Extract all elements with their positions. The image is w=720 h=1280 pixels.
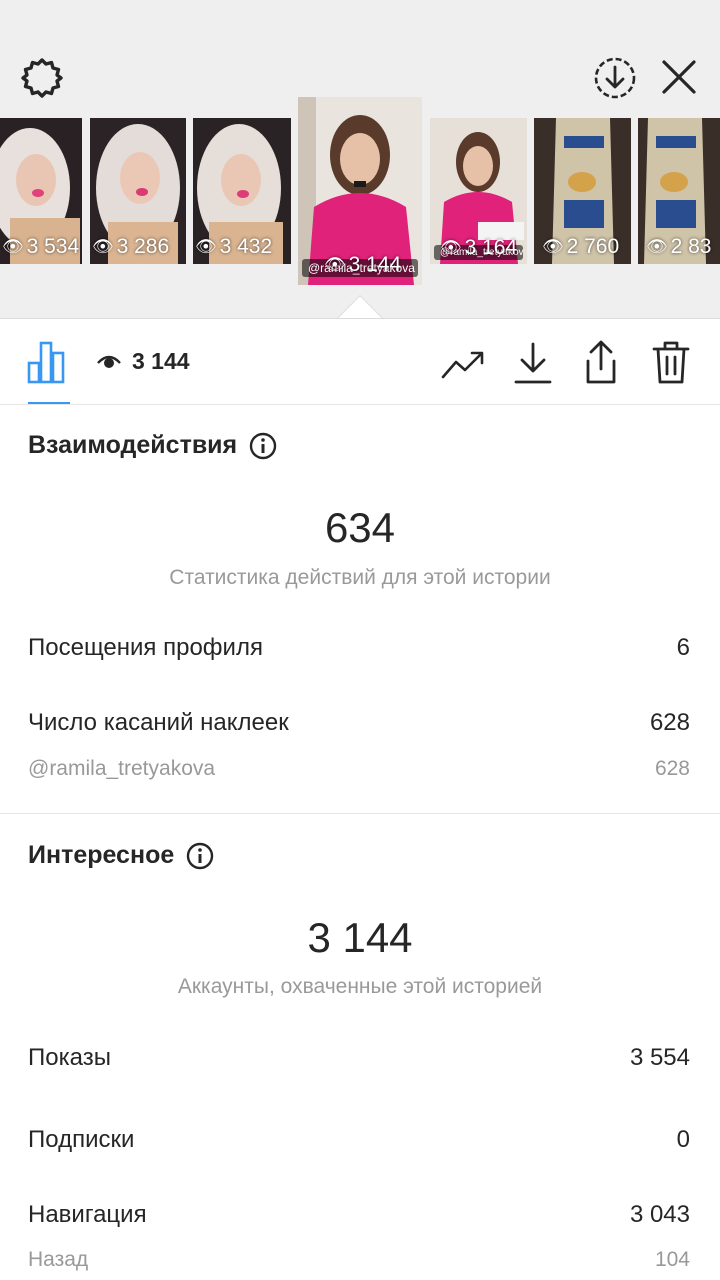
eye-icon bbox=[97, 355, 121, 368]
interactions-title: Взаимодействия bbox=[28, 431, 238, 459]
download-button[interactable] bbox=[512, 341, 554, 385]
section-divider bbox=[0, 813, 720, 814]
profile-visits-label: Посещения профиля bbox=[28, 634, 263, 661]
follows-label: Подписки bbox=[28, 1126, 135, 1153]
interactions-heading: Взаимодействия bbox=[28, 431, 277, 460]
mention-value: 628 bbox=[654, 757, 690, 780]
navigation-value: 3 043 bbox=[629, 1201, 690, 1228]
reach-total: 3 144 bbox=[307, 914, 413, 961]
story-thumbnail[interactable]: @ramila_tretyakova 👁 3 164 bbox=[430, 118, 527, 264]
trash-icon bbox=[652, 341, 690, 384]
settings-button[interactable] bbox=[20, 56, 64, 100]
info-icon[interactable] bbox=[249, 432, 277, 460]
story-thumbnail[interactable]: 👁 3 286 bbox=[90, 118, 186, 264]
active-tab-indicator bbox=[28, 402, 70, 404]
eye-icon: 👁 bbox=[2, 237, 24, 256]
insights-panel: 3 144 Взаимодействия 634 Статистика дейс… bbox=[0, 318, 720, 1280]
reach-caption: Аккаунты, охваченные этой историей bbox=[177, 975, 543, 998]
mention-label[interactable]: @ramila_tretyakova bbox=[28, 757, 215, 781]
story-views: 👁 2 83 bbox=[646, 235, 712, 258]
impressions-value: 3 554 bbox=[629, 1044, 690, 1071]
discovery-heading: Интересное bbox=[28, 841, 214, 870]
story-views: 👁 3 164 bbox=[440, 236, 518, 259]
eye-icon: 👁 bbox=[324, 255, 346, 274]
download-icon bbox=[514, 342, 552, 384]
story-strip-area: 👁 3 534 👁 3 286 👁 3 432 @ramila_tretyako… bbox=[0, 0, 720, 318]
interactions-total: 634 bbox=[324, 504, 396, 551]
impressions-label: Показы bbox=[28, 1044, 111, 1071]
back-value: 104 bbox=[654, 1248, 690, 1271]
eye-icon: 👁 bbox=[195, 237, 217, 256]
story-views: 👁 3 286 bbox=[92, 235, 170, 258]
gear-icon bbox=[21, 58, 63, 98]
story-thumbnail-selected[interactable]: @ramila_tretyakova 👁 3 144 bbox=[298, 97, 422, 285]
story-thumbnail[interactable]: 👁 2 83 bbox=[638, 118, 720, 264]
viewers-count[interactable]: 3 144 bbox=[132, 348, 190, 375]
share-button[interactable] bbox=[580, 339, 622, 385]
tab-insights[interactable] bbox=[26, 339, 70, 385]
navigation-label: Навигация bbox=[28, 1201, 147, 1228]
follows-value: 0 bbox=[676, 1126, 690, 1153]
eye-icon: 👁 bbox=[92, 237, 114, 256]
bar-chart-icon bbox=[27, 341, 65, 384]
insights-toolbar: 3 144 bbox=[0, 319, 720, 405]
interactions-caption: Статистика действий для этой истории bbox=[169, 566, 551, 589]
eye-icon: 👁 bbox=[440, 238, 462, 257]
story-views: 👁 3 144 bbox=[324, 253, 402, 276]
info-icon[interactable] bbox=[186, 842, 214, 870]
promote-button[interactable] bbox=[440, 345, 486, 381]
close-icon bbox=[662, 60, 696, 94]
story-views: 👁 3 432 bbox=[195, 235, 273, 258]
eye-icon: 👁 bbox=[646, 237, 668, 256]
profile-visits-value: 6 bbox=[676, 634, 690, 661]
story-views: 👁 2 760 bbox=[542, 235, 620, 258]
eye-icon: 👁 bbox=[542, 237, 564, 256]
sticker-taps-value: 628 bbox=[649, 709, 690, 736]
save-story-button[interactable] bbox=[592, 55, 638, 101]
delete-button[interactable] bbox=[650, 339, 692, 385]
close-button[interactable] bbox=[658, 56, 700, 98]
story-thumbnail[interactable]: 👁 2 760 bbox=[534, 118, 631, 264]
story-thumbnail[interactable]: 👁 3 432 bbox=[193, 118, 291, 264]
trend-icon bbox=[441, 351, 484, 379]
download-circle-icon bbox=[594, 57, 636, 99]
sticker-taps-label: Число касаний наклеек bbox=[28, 709, 289, 736]
back-label: Назад bbox=[28, 1248, 89, 1271]
story-thumbnail[interactable]: 👁 3 534 bbox=[0, 118, 82, 264]
story-views: 👁 3 534 bbox=[2, 235, 80, 258]
share-icon bbox=[586, 340, 616, 384]
discovery-title: Интересное bbox=[28, 841, 175, 869]
